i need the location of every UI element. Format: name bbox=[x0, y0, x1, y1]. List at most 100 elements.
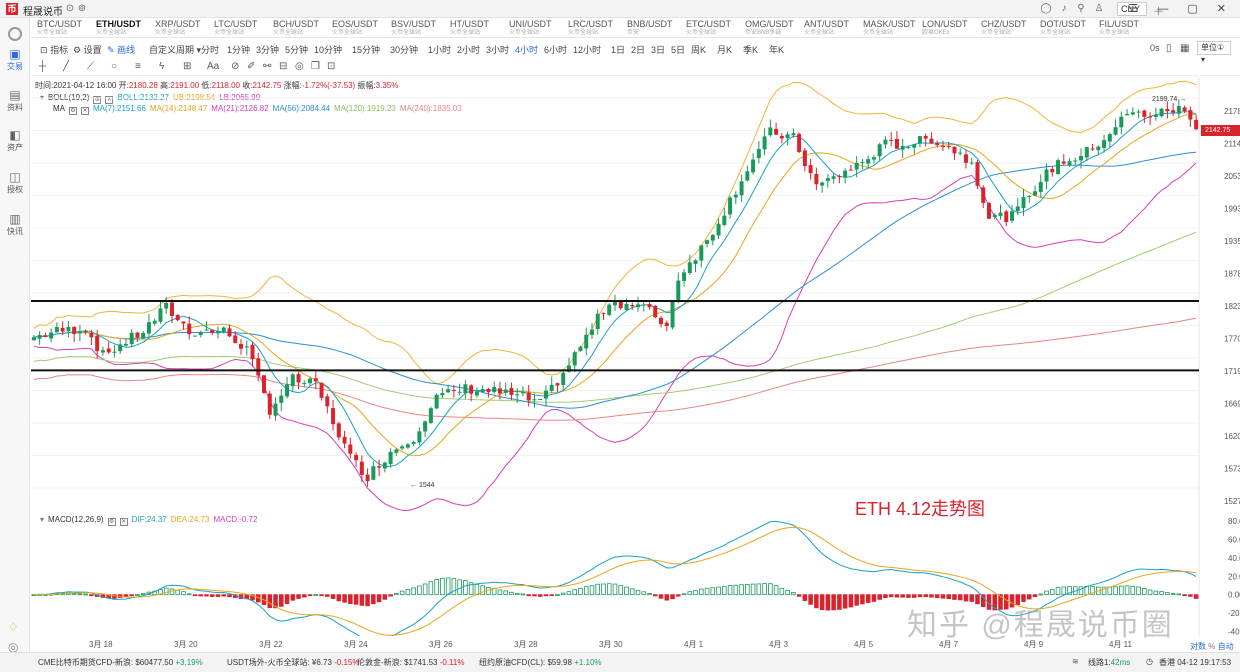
fib-icon[interactable]: ≡ bbox=[135, 61, 141, 72]
tab-eth-usdt[interactable]: ETH/USDT 火币全球站 bbox=[96, 20, 155, 38]
scale-mode[interactable]: 对数 % 自动 bbox=[1190, 641, 1234, 652]
status-item[interactable]: CME比特币期货CFD-新浪: $60477.50 +3.19% bbox=[38, 657, 203, 668]
period-1小时[interactable]: 1小时 bbox=[428, 43, 451, 56]
text-icon[interactable]: Aa bbox=[207, 61, 219, 72]
candle-body bbox=[1119, 116, 1124, 128]
period-分时[interactable]: 分时 bbox=[201, 43, 219, 56]
period-2日[interactable]: 2日 bbox=[631, 43, 645, 56]
tab-dot-usdt[interactable]: DOT/USDT 火币全球站 bbox=[1040, 20, 1099, 38]
search-icon[interactable]: ⚲ bbox=[1075, 3, 1087, 15]
candlestick-chart[interactable]: 2178.94 2114.95 2053.26 1993.37 1935.23 1878.… bbox=[31, 78, 1240, 512]
period-15分钟[interactable]: 15分钟 bbox=[352, 43, 380, 56]
grid-icon[interactable]: ▦ bbox=[1180, 43, 1189, 54]
unit-select[interactable]: 单位① ▾ bbox=[1197, 41, 1231, 64]
bell-icon[interactable]: ♪ bbox=[1058, 3, 1070, 15]
status-item[interactable]: 伦敦金-新浪: $1741.53 -0.11% bbox=[357, 657, 464, 668]
tab-symbol: LRC/USDT bbox=[568, 19, 614, 29]
settings-button[interactable]: ⚙ 设置 bbox=[73, 43, 102, 56]
period-3分钟[interactable]: 3分钟 bbox=[256, 43, 279, 56]
period-5分钟[interactable]: 5分钟 bbox=[285, 43, 308, 56]
period-10分钟[interactable]: 10分钟 bbox=[314, 43, 342, 56]
period-季K[interactable]: 季K bbox=[743, 43, 758, 56]
tab-bnb-usdt[interactable]: BNB/USDT 币安 bbox=[627, 20, 686, 38]
period-6小时[interactable]: 6小时 bbox=[544, 43, 567, 56]
log-mode[interactable]: 对数 bbox=[1190, 642, 1206, 651]
app-logo-icon: 币 bbox=[6, 3, 18, 15]
sidebar-item-2[interactable]: ◧ 资产 bbox=[0, 128, 30, 153]
auto-mode[interactable]: 自动 bbox=[1218, 642, 1234, 651]
tab-mask-usdt[interactable]: MASK/USDT 火币全球站 bbox=[863, 20, 922, 38]
tab-lrc-usdt[interactable]: LRC/USDT 火币全球站 bbox=[568, 20, 627, 38]
link-icon[interactable]: ⚯ bbox=[263, 61, 271, 72]
sync-icon[interactable]: ⊚ bbox=[76, 3, 88, 15]
period-周K[interactable]: 周K bbox=[691, 43, 706, 56]
trash-icon[interactable]: ⊡ bbox=[327, 61, 335, 72]
candle-body bbox=[49, 332, 54, 339]
status-change: -0.11% bbox=[439, 658, 465, 667]
period-年K[interactable]: 年K bbox=[769, 43, 784, 56]
candle-body bbox=[1038, 181, 1043, 192]
shape-icon[interactable]: ○ bbox=[111, 61, 117, 72]
sync-circle-icon[interactable] bbox=[8, 27, 22, 41]
tab-etc-usdt[interactable]: ETC/USDT 火币全球站 bbox=[686, 20, 745, 38]
tab-exchange: 火币全球站 bbox=[804, 30, 835, 36]
crosshair-icon[interactable]: ┼ bbox=[39, 61, 46, 72]
status-item[interactable]: 纽约原油CFD(CL): $59.98 +1.10% bbox=[479, 657, 602, 668]
lock-icon[interactable]: ⊟ bbox=[279, 61, 287, 72]
period-3小时[interactable]: 3小时 bbox=[486, 43, 509, 56]
layout-icon[interactable]: ▯ bbox=[1166, 43, 1172, 54]
period-4小时[interactable]: 4小时 bbox=[515, 43, 538, 56]
tab-xrp-usdt[interactable]: XRP/USDT 火币全球站 bbox=[155, 20, 214, 38]
sidebar-item-0[interactable]: ▣ 交易 bbox=[0, 47, 30, 72]
draw-button[interactable]: ✎ 画线 bbox=[107, 43, 135, 56]
period-30分钟[interactable]: 30分钟 bbox=[390, 43, 418, 56]
period-3日[interactable]: 3日 bbox=[651, 43, 665, 56]
tab-lon-usdt[interactable]: LON/USDT 欧易OKEx bbox=[922, 20, 981, 38]
status-item[interactable]: USDT场外-火币全球站: ¥6.73 -0.15% bbox=[227, 657, 360, 668]
period-12小时[interactable]: 12小时 bbox=[573, 43, 601, 56]
notify-icon[interactable]: ♢ bbox=[8, 620, 19, 634]
measure-icon[interactable]: ⊘ bbox=[231, 61, 239, 72]
candle-body bbox=[428, 408, 433, 424]
line-icon[interactable]: ╱ bbox=[63, 61, 69, 72]
ruler-icon[interactable]: ✐ bbox=[247, 61, 255, 72]
tab-uni-usdt[interactable]: UNI/USDT 火币全球站 bbox=[509, 20, 568, 38]
tab-eos-usdt[interactable]: EOS/USDT 火币全球站 bbox=[332, 20, 391, 38]
tab-bsv-usdt[interactable]: BSV/USDT 火币全球站 bbox=[391, 20, 450, 38]
refresh-interval[interactable]: 0s bbox=[1150, 43, 1160, 53]
tab-fil-usdt[interactable]: FIL/USDT 火币全球站 bbox=[1099, 20, 1158, 38]
sidebar-item-3[interactable]: ◫ 授权 bbox=[0, 170, 30, 195]
window-controls[interactable]: ☰ — ▢ ✕ bbox=[1128, 2, 1234, 15]
pattern-icon[interactable]: ϟ bbox=[159, 61, 164, 72]
period-2小时[interactable]: 2小时 bbox=[457, 43, 480, 56]
shirt-icon[interactable]: ♙ bbox=[1093, 3, 1105, 15]
layers-icon[interactable]: ❐ bbox=[311, 61, 320, 72]
tab-bch-usdt[interactable]: BCH/USDT 火币全球站 bbox=[273, 20, 332, 38]
grid-icon[interactable]: ⊞ bbox=[183, 61, 191, 72]
eye-icon[interactable]: ◎ bbox=[295, 61, 304, 72]
candle-body bbox=[733, 194, 738, 198]
candle-body bbox=[503, 389, 508, 393]
tab-ht-usdt[interactable]: HT/USDT 火币全球站 bbox=[450, 20, 509, 38]
period-1分钟[interactable]: 1分钟 bbox=[227, 43, 250, 56]
connection-status[interactable]: 线路1:42ms bbox=[1088, 657, 1130, 668]
indicators-button[interactable]: ⊡ 指标 bbox=[40, 43, 68, 56]
tab-ltc-usdt[interactable]: LTC/USDT 火币全球站 bbox=[214, 20, 273, 38]
tab-chz-usdt[interactable]: CHZ/USDT 火币全球站 bbox=[981, 20, 1040, 38]
macd-bar bbox=[365, 594, 370, 607]
tab-omg-usdt[interactable]: OMG/USDT 币安BNB多链 bbox=[745, 20, 804, 38]
user-icon[interactable]: ◯ bbox=[1040, 3, 1052, 15]
macd-bar bbox=[848, 594, 854, 608]
sidebar-item-4[interactable]: ▥ 快讯 bbox=[0, 212, 30, 237]
macd-bar bbox=[796, 594, 802, 597]
period-1日[interactable]: 1日 bbox=[611, 43, 625, 56]
tab-ant-usdt[interactable]: ANT/USDT 火币全球站 bbox=[804, 20, 863, 38]
period-5日[interactable]: 5日 bbox=[671, 43, 685, 56]
ray-icon[interactable]: ⟋ bbox=[87, 61, 94, 72]
add-tab-button[interactable]: ＋ bbox=[1153, 3, 1164, 19]
sidebar-item-1[interactable]: ▤ 资料 bbox=[0, 88, 30, 113]
tab-btc-usdt[interactable]: BTC/USDT 火币全球站 bbox=[37, 20, 96, 38]
refresh-icon[interactable]: ⊙ bbox=[64, 3, 76, 15]
period-月K[interactable]: 月K bbox=[717, 43, 732, 56]
custom-period-button[interactable]: 自定义周期 ▾ bbox=[149, 43, 201, 56]
